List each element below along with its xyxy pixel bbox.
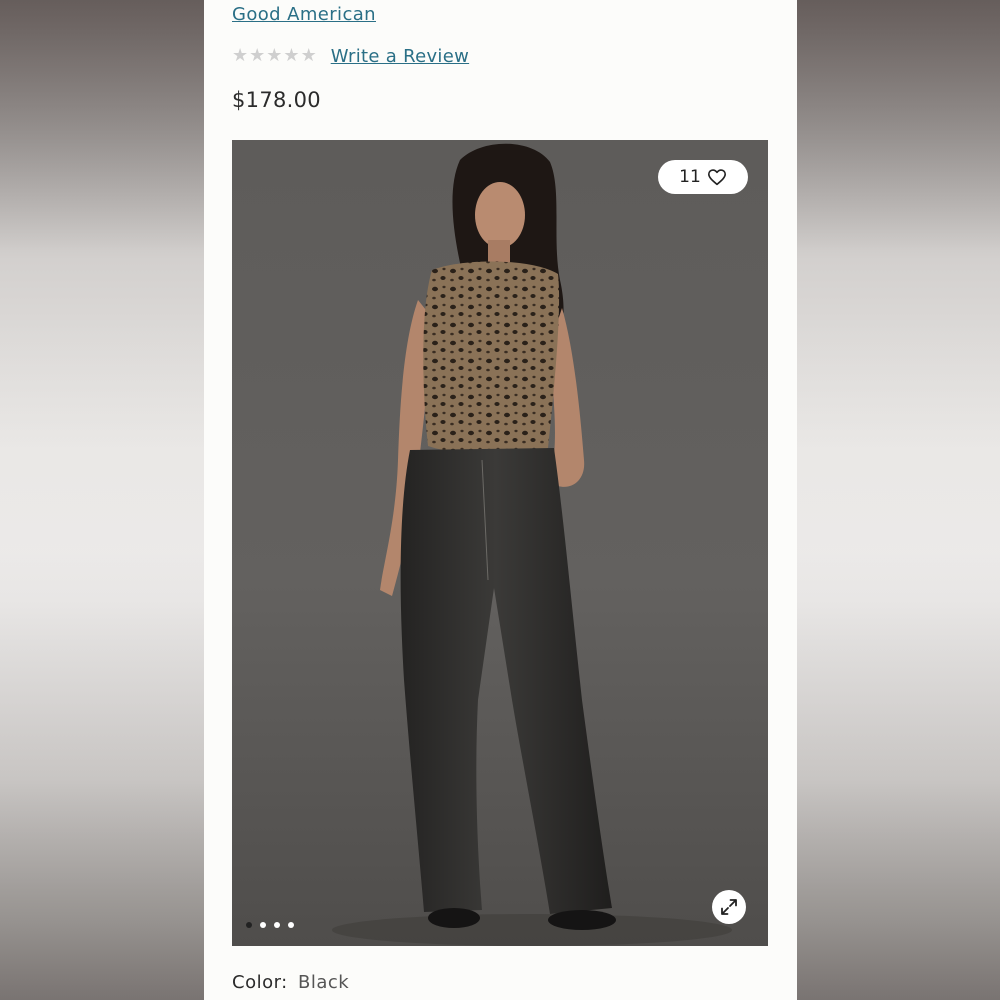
- product-image[interactable]: 11: [232, 140, 768, 946]
- product-price: $178.00: [232, 88, 321, 112]
- carousel-dot[interactable]: [288, 922, 294, 928]
- carousel-dot[interactable]: [260, 922, 266, 928]
- background-left: [0, 0, 204, 1000]
- rating-row: ★ ★ ★ ★ ★ Write a Review: [232, 44, 469, 68]
- color-label: Color:: [232, 972, 288, 993]
- like-count: 11: [679, 167, 701, 187]
- color-value: Black: [297, 972, 350, 993]
- background-right: [796, 0, 1000, 1000]
- star-icon: ★: [266, 45, 283, 66]
- like-button[interactable]: 11: [658, 160, 748, 194]
- carousel-dot[interactable]: [274, 922, 280, 928]
- rating-stars: ★ ★ ★ ★ ★: [232, 47, 317, 65]
- star-icon: ★: [232, 45, 249, 66]
- color-selection: Color: Black: [232, 972, 349, 993]
- star-icon: ★: [300, 45, 317, 66]
- heart-icon: [707, 169, 726, 186]
- expand-image-button[interactable]: [712, 890, 746, 924]
- expand-icon: [721, 899, 737, 915]
- model-photo: [232, 140, 768, 946]
- carousel-dot[interactable]: [246, 922, 252, 928]
- brand-link[interactable]: Good American: [232, 4, 376, 25]
- star-icon: ★: [249, 45, 266, 66]
- carousel-dots: [246, 922, 294, 928]
- write-review-link[interactable]: Write a Review: [331, 46, 469, 67]
- star-icon: ★: [283, 45, 300, 66]
- product-panel: Good American ★ ★ ★ ★ ★ Write a Review $…: [204, 0, 797, 1000]
